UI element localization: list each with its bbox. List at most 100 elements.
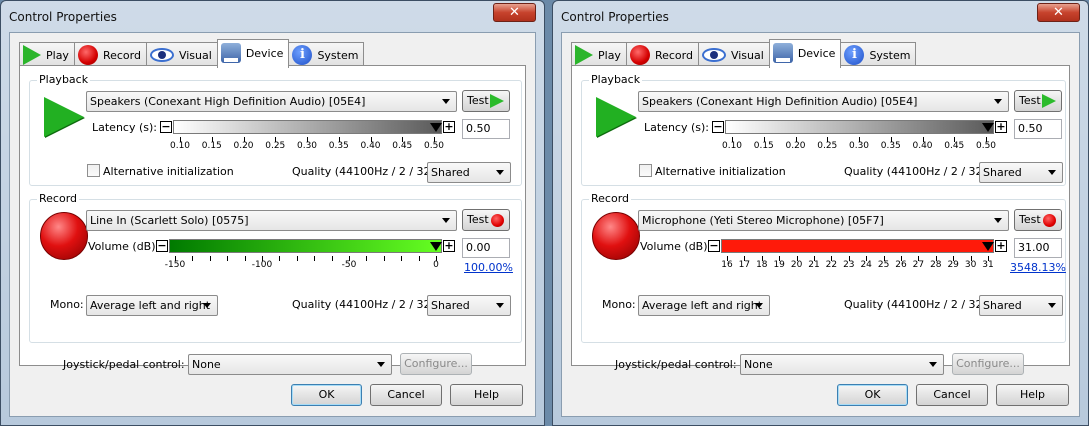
volume-increase-button[interactable]: + (443, 240, 455, 252)
tab-device[interactable]: Device (216, 39, 290, 68)
tab-system[interactable]: i System (288, 42, 365, 67)
tick-label: 0.30 (848, 141, 870, 151)
joystick-select[interactable]: None (740, 354, 944, 375)
volume-label: Volume (dB): (88, 240, 160, 253)
tick-label: 0.15 (753, 141, 774, 151)
tab-play[interactable]: Play (19, 42, 75, 67)
tab-label: System (869, 48, 911, 62)
record-device-select[interactable]: Microphone (Yeti Stereo Microphone) [05F… (638, 210, 1009, 231)
record-quality-select[interactable]: Shared (979, 295, 1063, 316)
volume-increase-button[interactable]: + (995, 240, 1007, 252)
playback-device-select[interactable]: Speakers (Conexant High Definition Audio… (638, 91, 1009, 112)
chevron-down-icon (1048, 303, 1056, 308)
eye-icon (149, 48, 174, 62)
tab-visual[interactable]: Visual (697, 42, 770, 67)
joystick-select[interactable]: None (188, 354, 392, 375)
latency-value-field[interactable]: 0.50 (462, 119, 510, 139)
record-test-button[interactable]: Test (1014, 209, 1062, 231)
volume-tick-labels: 16 17 18 19 20 21 22 23 24 25 26 27 28 29 30 31 (721, 260, 993, 272)
playback-device-select[interactable]: Speakers (Conexant High Definition Audio… (86, 91, 457, 112)
playback-test-button[interactable]: Test (1014, 90, 1062, 112)
playback-quality-select[interactable]: Shared (979, 162, 1063, 183)
cancel-button[interactable]: Cancel (916, 384, 988, 406)
test-label: Test (467, 213, 489, 226)
playback-device-value: Speakers (Conexant High Definition Audio… (642, 95, 918, 108)
latency-slider-thumb[interactable] (982, 123, 994, 132)
latency-value-field[interactable]: 0.50 (1014, 119, 1062, 139)
tab-label: Play (598, 48, 621, 62)
tab-system[interactable]: i System (840, 42, 917, 67)
volume-slider-thumb[interactable] (430, 242, 442, 251)
chevron-down-icon (1048, 170, 1056, 175)
tick-label: 0.30 (296, 141, 318, 151)
tick-label: 29 (947, 260, 959, 270)
volume-slider-thumb[interactable] (982, 242, 994, 251)
latency-tick-labels: 0.10 0.15 0.20 0.25 0.30 0.35 0.40 0.45 0.50 (722, 141, 996, 153)
playback-quality-value: Shared (983, 166, 1022, 179)
latency-decrease-button[interactable]: − (160, 121, 172, 133)
ok-button[interactable]: OK (291, 384, 362, 406)
configure-button[interactable]: Configure... (400, 353, 472, 375)
volume-decrease-button[interactable]: − (156, 240, 168, 252)
mono-select[interactable]: Average left and right (86, 295, 218, 316)
volume-decrease-button[interactable]: − (708, 240, 720, 252)
tab-record[interactable]: Record (625, 42, 699, 67)
ok-button[interactable]: OK (837, 384, 908, 406)
chevron-down-icon (994, 99, 1002, 104)
volume-slider[interactable] (721, 239, 994, 253)
playback-device-value: Speakers (Conexant High Definition Audio… (90, 95, 366, 108)
playback-group-label: Playback (37, 73, 91, 86)
tab-label: Visual (178, 48, 212, 62)
latency-increase-button[interactable]: + (443, 121, 455, 133)
chevron-down-icon (442, 99, 450, 104)
help-button[interactable]: Help (450, 384, 523, 406)
record-test-button[interactable]: Test (462, 209, 510, 231)
tab-play[interactable]: Play (571, 42, 627, 67)
latency-slider-thumb[interactable] (430, 123, 442, 132)
alternative-initialization-checkbox[interactable] (87, 164, 100, 177)
cancel-button[interactable]: Cancel (370, 384, 442, 406)
help-button[interactable]: Help (996, 384, 1069, 406)
tab-visual[interactable]: Visual (145, 42, 218, 67)
volume-percent-link[interactable]: 3548.13% (1010, 261, 1066, 274)
tick-label: 0 (433, 260, 439, 270)
title-bar[interactable]: Control Properties ✕ (553, 1, 1088, 33)
latency-label: Latency (s): (644, 121, 709, 134)
tick-label: 0.45 (944, 141, 965, 151)
latency-slider[interactable] (173, 120, 442, 134)
mono-select[interactable]: Average left and right (638, 295, 770, 316)
latency-decrease-button[interactable]: − (712, 121, 724, 133)
record-quality-select[interactable]: Shared (427, 295, 511, 316)
alternative-initialization-checkbox[interactable] (639, 164, 652, 177)
close-button[interactable]: ✕ (1037, 3, 1080, 22)
chevron-down-icon (442, 218, 450, 223)
title-bar[interactable]: Control Properties ✕ (1, 1, 544, 33)
joystick-label: Joystick/pedal control: (63, 358, 185, 371)
record-quality-value: Shared (431, 299, 470, 312)
tick-label: 22 (825, 260, 838, 270)
volume-slider-fill (722, 240, 993, 252)
record-icon (1043, 214, 1056, 227)
playback-test-button[interactable]: Test (462, 90, 510, 112)
latency-increase-button[interactable]: + (995, 121, 1007, 133)
close-button[interactable]: ✕ (493, 3, 536, 22)
record-device-select[interactable]: Line In (Scarlett Solo) [0575] (86, 210, 457, 231)
tick-label: 27 (912, 260, 925, 270)
joystick-value: None (192, 358, 221, 371)
volume-value-field[interactable]: 0.00 (462, 238, 510, 258)
tab-record[interactable]: Record (73, 42, 147, 67)
playback-quality-select[interactable]: Shared (427, 162, 511, 183)
info-icon: i (844, 45, 865, 65)
configure-button[interactable]: Configure... (952, 353, 1024, 375)
record-group: Record Line In (Scarlett Solo) [0575] Te… (29, 192, 522, 343)
volume-slider[interactable] (169, 239, 442, 253)
latency-slider[interactable] (725, 120, 994, 134)
tab-strip: Play Record Visual Device i System (19, 39, 365, 68)
tick-label: 30 (964, 260, 977, 270)
record-quality-label: Quality (44100Hz / 2 / 32): (292, 298, 439, 311)
volume-percent-link[interactable]: 100.00% (464, 261, 513, 274)
tab-device[interactable]: Device (768, 39, 842, 68)
tab-strip: Play Record Visual Device i System (571, 39, 917, 68)
tick-label: 0.15 (201, 141, 222, 151)
volume-value-field[interactable]: 31.00 (1014, 238, 1062, 258)
